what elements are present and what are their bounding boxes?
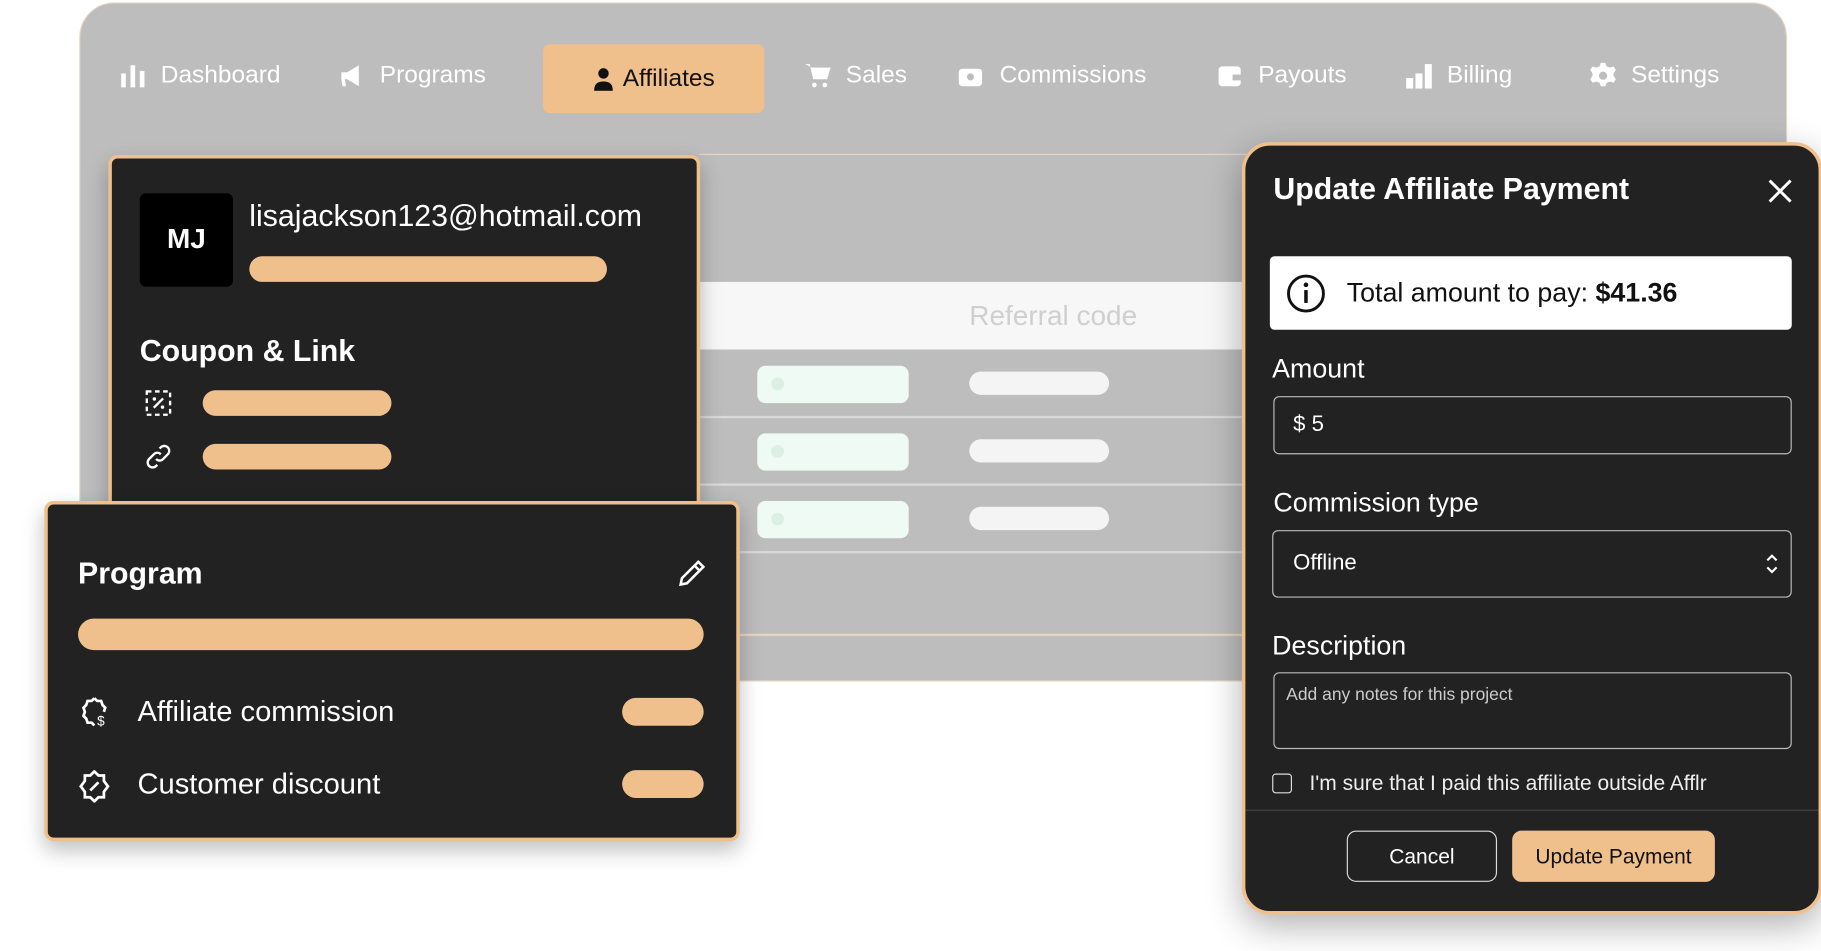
total-info-box: Total amount to pay: $41.36 (1269, 256, 1792, 330)
referral-code-placeholder (969, 439, 1110, 463)
nav-settings[interactable]: Settings (1589, 58, 1719, 93)
avatar: MJ (139, 193, 233, 287)
nav-label: Affiliates (622, 64, 715, 92)
affiliate-commission-label: Affiliate commission (137, 695, 395, 729)
nav-label: Settings (1631, 61, 1720, 89)
referral-code-placeholder (969, 506, 1110, 531)
coupon-icon (145, 390, 172, 416)
program-title: Program (78, 555, 203, 591)
commission-value-placeholder (622, 697, 704, 726)
nav-billing[interactable]: Billing (1405, 58, 1512, 93)
close-icon[interactable] (1767, 178, 1793, 204)
program-placeholder (78, 618, 704, 651)
divider (699, 551, 1247, 554)
user-icon (593, 67, 613, 91)
commission-type-label: Commission type (1273, 486, 1479, 518)
selected-value: Offline (1293, 551, 1357, 576)
info-icon (1287, 274, 1325, 312)
cancel-button[interactable]: Cancel (1346, 830, 1498, 882)
link-placeholder (202, 443, 392, 470)
chevron-updown-icon (1766, 554, 1778, 574)
amount-input[interactable]: $ 5 (1273, 396, 1792, 455)
update-payment-modal: Update Affiliate Payment Total amount to… (1241, 142, 1821, 915)
discount-icon (79, 770, 110, 803)
coupon-placeholder (202, 390, 392, 416)
svg-text:$: $ (97, 713, 105, 728)
discount-value-placeholder (622, 770, 704, 799)
nav-affiliates[interactable]: Affiliates (542, 44, 765, 114)
status-placeholder (757, 433, 909, 471)
total-amount: $41.36 (1595, 277, 1678, 308)
modal-title: Update Affiliate Payment (1273, 171, 1630, 207)
pencil-icon[interactable] (677, 558, 707, 588)
commission-icon: $ (81, 697, 107, 728)
checkbox-label: I'm sure that I paid this affiliate outs… (1309, 771, 1707, 795)
program-card: Program $ Affiliate commission Customer … (44, 500, 740, 842)
referral-code-placeholder (969, 371, 1110, 395)
megaphone-icon (341, 65, 359, 87)
nav-sales[interactable]: Sales (804, 58, 907, 93)
nav-dashboard[interactable]: Dashboard (119, 58, 281, 93)
status-placeholder (757, 365, 909, 404)
affiliate-email: lisajackson123@hotmail.com (249, 198, 643, 233)
nav-label: Billing (1446, 61, 1513, 89)
section-title: Coupon & Link (139, 333, 356, 369)
link-icon (146, 444, 171, 469)
commission-type-select[interactable]: Offline (1272, 530, 1792, 598)
status-placeholder (757, 500, 909, 539)
amount-label: Amount (1272, 352, 1365, 384)
nav-label: Programs (379, 61, 486, 89)
money-icon (958, 68, 983, 87)
customer-discount-label: Customer discount (137, 767, 381, 801)
divider (699, 153, 1247, 155)
paid-outside-checkbox[interactable] (1272, 773, 1292, 794)
nav-payouts[interactable]: Payouts (1216, 58, 1347, 93)
nav-label: Payouts (1258, 61, 1347, 89)
divider (699, 415, 1247, 419)
gear-icon (1590, 62, 1616, 87)
divider (1245, 809, 1819, 811)
billing-icon (1406, 64, 1432, 89)
cart-icon (805, 64, 831, 88)
divider (699, 483, 1247, 486)
nav-label: Dashboard (160, 61, 281, 89)
description-label: Description (1272, 630, 1407, 661)
update-payment-button[interactable]: Update Payment (1512, 830, 1715, 882)
nav-commissions[interactable]: Commissions (958, 58, 1147, 93)
wallet-icon (1218, 66, 1242, 87)
total-label: Total amount to pay: (1346, 277, 1596, 308)
column-header-referral-code: Referral code (969, 300, 1138, 333)
bar-chart-icon (121, 65, 145, 88)
description-textarea[interactable]: Add any notes for this project (1273, 672, 1792, 750)
name-placeholder (249, 256, 607, 282)
affiliate-card: MJ lisajackson123@hotmail.com Coupon & L… (108, 154, 701, 512)
nav-label: Commissions (999, 61, 1147, 89)
divider (699, 633, 1247, 637)
table-header: Referral code (699, 281, 1247, 350)
nav-programs[interactable]: Programs (338, 58, 486, 93)
nav-label: Sales (845, 61, 907, 89)
